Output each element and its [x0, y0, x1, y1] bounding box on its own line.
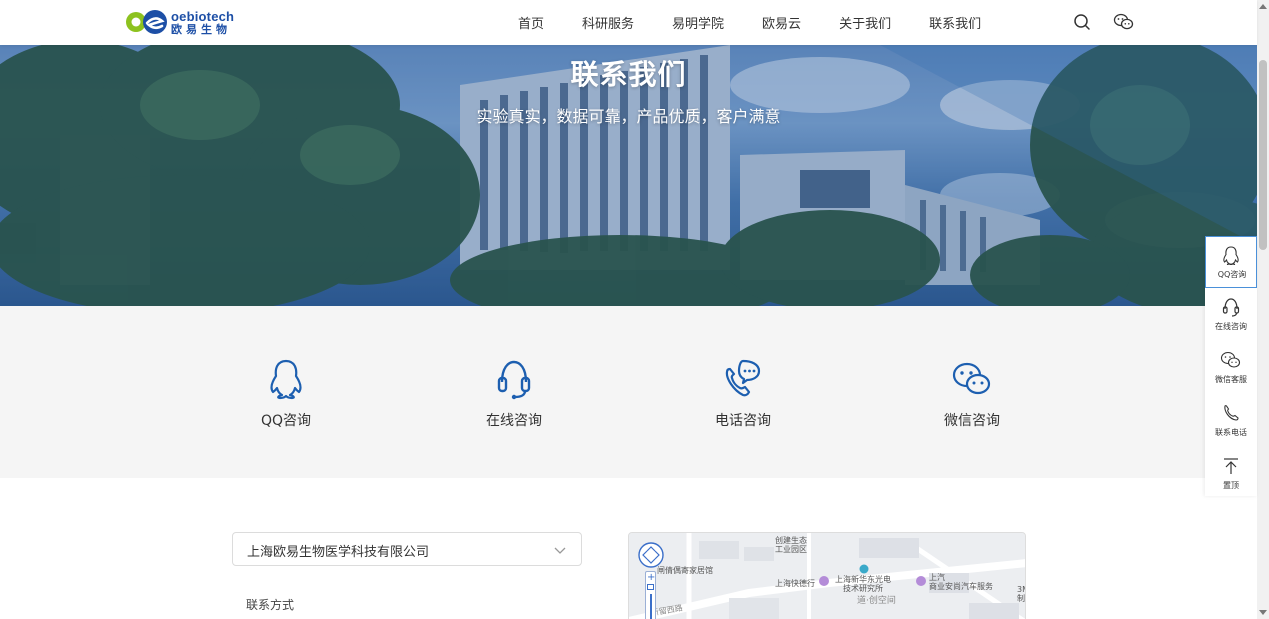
map-pan-control-icon[interactable]	[637, 541, 665, 569]
map-tiles	[629, 533, 1025, 619]
consult-label-qq: QQ咨询	[260, 413, 312, 429]
float-label-top: 置顶	[1223, 481, 1239, 490]
company-select-value: 上海欧易生物医学科技有限公司	[247, 545, 430, 560]
back-to-top-icon	[1224, 458, 1238, 474]
nav-item-home[interactable]: 首页	[518, 13, 544, 32]
nav-item-cloud[interactable]: 欧易云	[762, 13, 801, 32]
nav-item-about[interactable]: 关于我们	[839, 13, 891, 32]
nav-item-contact[interactable]: 联系我们	[929, 13, 981, 32]
consult-label-wechat: 微信咨询	[944, 413, 1000, 429]
consult-item-qq[interactable]: QQ咨询	[216, 306, 356, 478]
main-nav: 首页 科研服务 易明学院 欧易云 关于我们 联系我们	[500, 0, 981, 45]
logo[interactable]: oebiotech 欧易生物	[125, 6, 234, 38]
wechat-icon[interactable]	[1113, 12, 1134, 32]
contact-method-label: 联系方式	[246, 598, 295, 612]
scroll-down-icon[interactable]	[1259, 610, 1267, 615]
hero-banner: 联系我们 实验真实，数据可靠，产品优质，客户满意	[0, 45, 1257, 306]
map-label: 上海快德行	[775, 579, 815, 588]
floating-contact-bar: QQ咨询 在线咨询 微信客服 联系电话 置顶	[1205, 236, 1257, 496]
map-label: 工业园区	[775, 545, 807, 554]
float-label-qq: QQ咨询	[1217, 270, 1247, 279]
float-item-online[interactable]: 在线咨询	[1205, 289, 1257, 341]
location-map[interactable]: 创建生态 工业园区 闸倩偶寄家居馆 上海快德行 上海新华东光电 技术研究所 上汽…	[628, 532, 1026, 619]
consult-label-online: 在线咨询	[486, 413, 542, 429]
nav-item-academy[interactable]: 易明学院	[672, 13, 724, 32]
logo-name-cn: 欧易生物	[171, 22, 231, 36]
logo-name-en: oebiotech	[171, 8, 235, 24]
scroll-up-icon[interactable]	[1259, 4, 1267, 9]
float-label-online: 在线咨询	[1215, 322, 1247, 331]
consult-label-phone: 电话咨询	[715, 413, 771, 429]
map-zoom-control[interactable]: +	[645, 571, 656, 619]
scrollbar-thumb[interactable]	[1259, 60, 1267, 250]
map-label: 闸倩偶寄家居馆	[657, 566, 713, 575]
headset-icon	[1222, 298, 1240, 317]
map-label: 技术研究所	[843, 584, 883, 593]
company-select[interactable]: 上海欧易生物医学科技有限公司	[232, 532, 582, 566]
consult-section: QQ咨询 在线咨询 电话咨询 微信咨询	[0, 306, 1257, 478]
hero-subtitle: 实验真实，数据可靠，产品优质，客户满意	[476, 107, 781, 126]
wechat-icon	[952, 362, 991, 395]
map-label: 道·创空间	[857, 596, 896, 606]
page-scrollbar[interactable]	[1257, 0, 1269, 619]
chevron-down-icon	[554, 547, 566, 554]
nav-item-research-services[interactable]: 科研服务	[582, 13, 634, 32]
float-item-qq[interactable]: QQ咨询	[1205, 236, 1257, 288]
map-label: 制	[1017, 594, 1025, 603]
hero-title: 联系我们	[570, 58, 687, 91]
phone-chat-icon	[725, 359, 761, 397]
zoom-in-icon[interactable]: +	[647, 572, 655, 583]
phone-icon	[1224, 405, 1239, 421]
map-label: 商业安尚汽车服务	[929, 582, 993, 591]
consult-item-online[interactable]: 在线咨询	[444, 306, 584, 478]
float-item-top[interactable]: 置顶	[1205, 448, 1257, 500]
wechat-icon	[1220, 351, 1241, 368]
search-icon[interactable]	[1072, 12, 1092, 32]
float-item-wechat[interactable]: 微信客服	[1205, 342, 1257, 394]
float-label-phone: 联系电话	[1215, 428, 1247, 437]
qq-icon	[1223, 246, 1239, 265]
zoom-slider-handle[interactable]	[647, 584, 654, 590]
logo-mark-icon	[125, 9, 169, 35]
headset-icon	[497, 360, 531, 400]
consult-item-wechat[interactable]: 微信咨询	[902, 306, 1042, 478]
qq-icon	[270, 359, 302, 400]
float-item-phone[interactable]: 联系电话	[1205, 395, 1257, 447]
float-label-wechat: 微信客服	[1215, 375, 1247, 384]
consult-item-phone[interactable]: 电话咨询	[673, 306, 813, 478]
site-header: oebiotech 欧易生物 首页 科研服务 易明学院 欧易云 关于我们 联系我…	[0, 0, 1257, 45]
